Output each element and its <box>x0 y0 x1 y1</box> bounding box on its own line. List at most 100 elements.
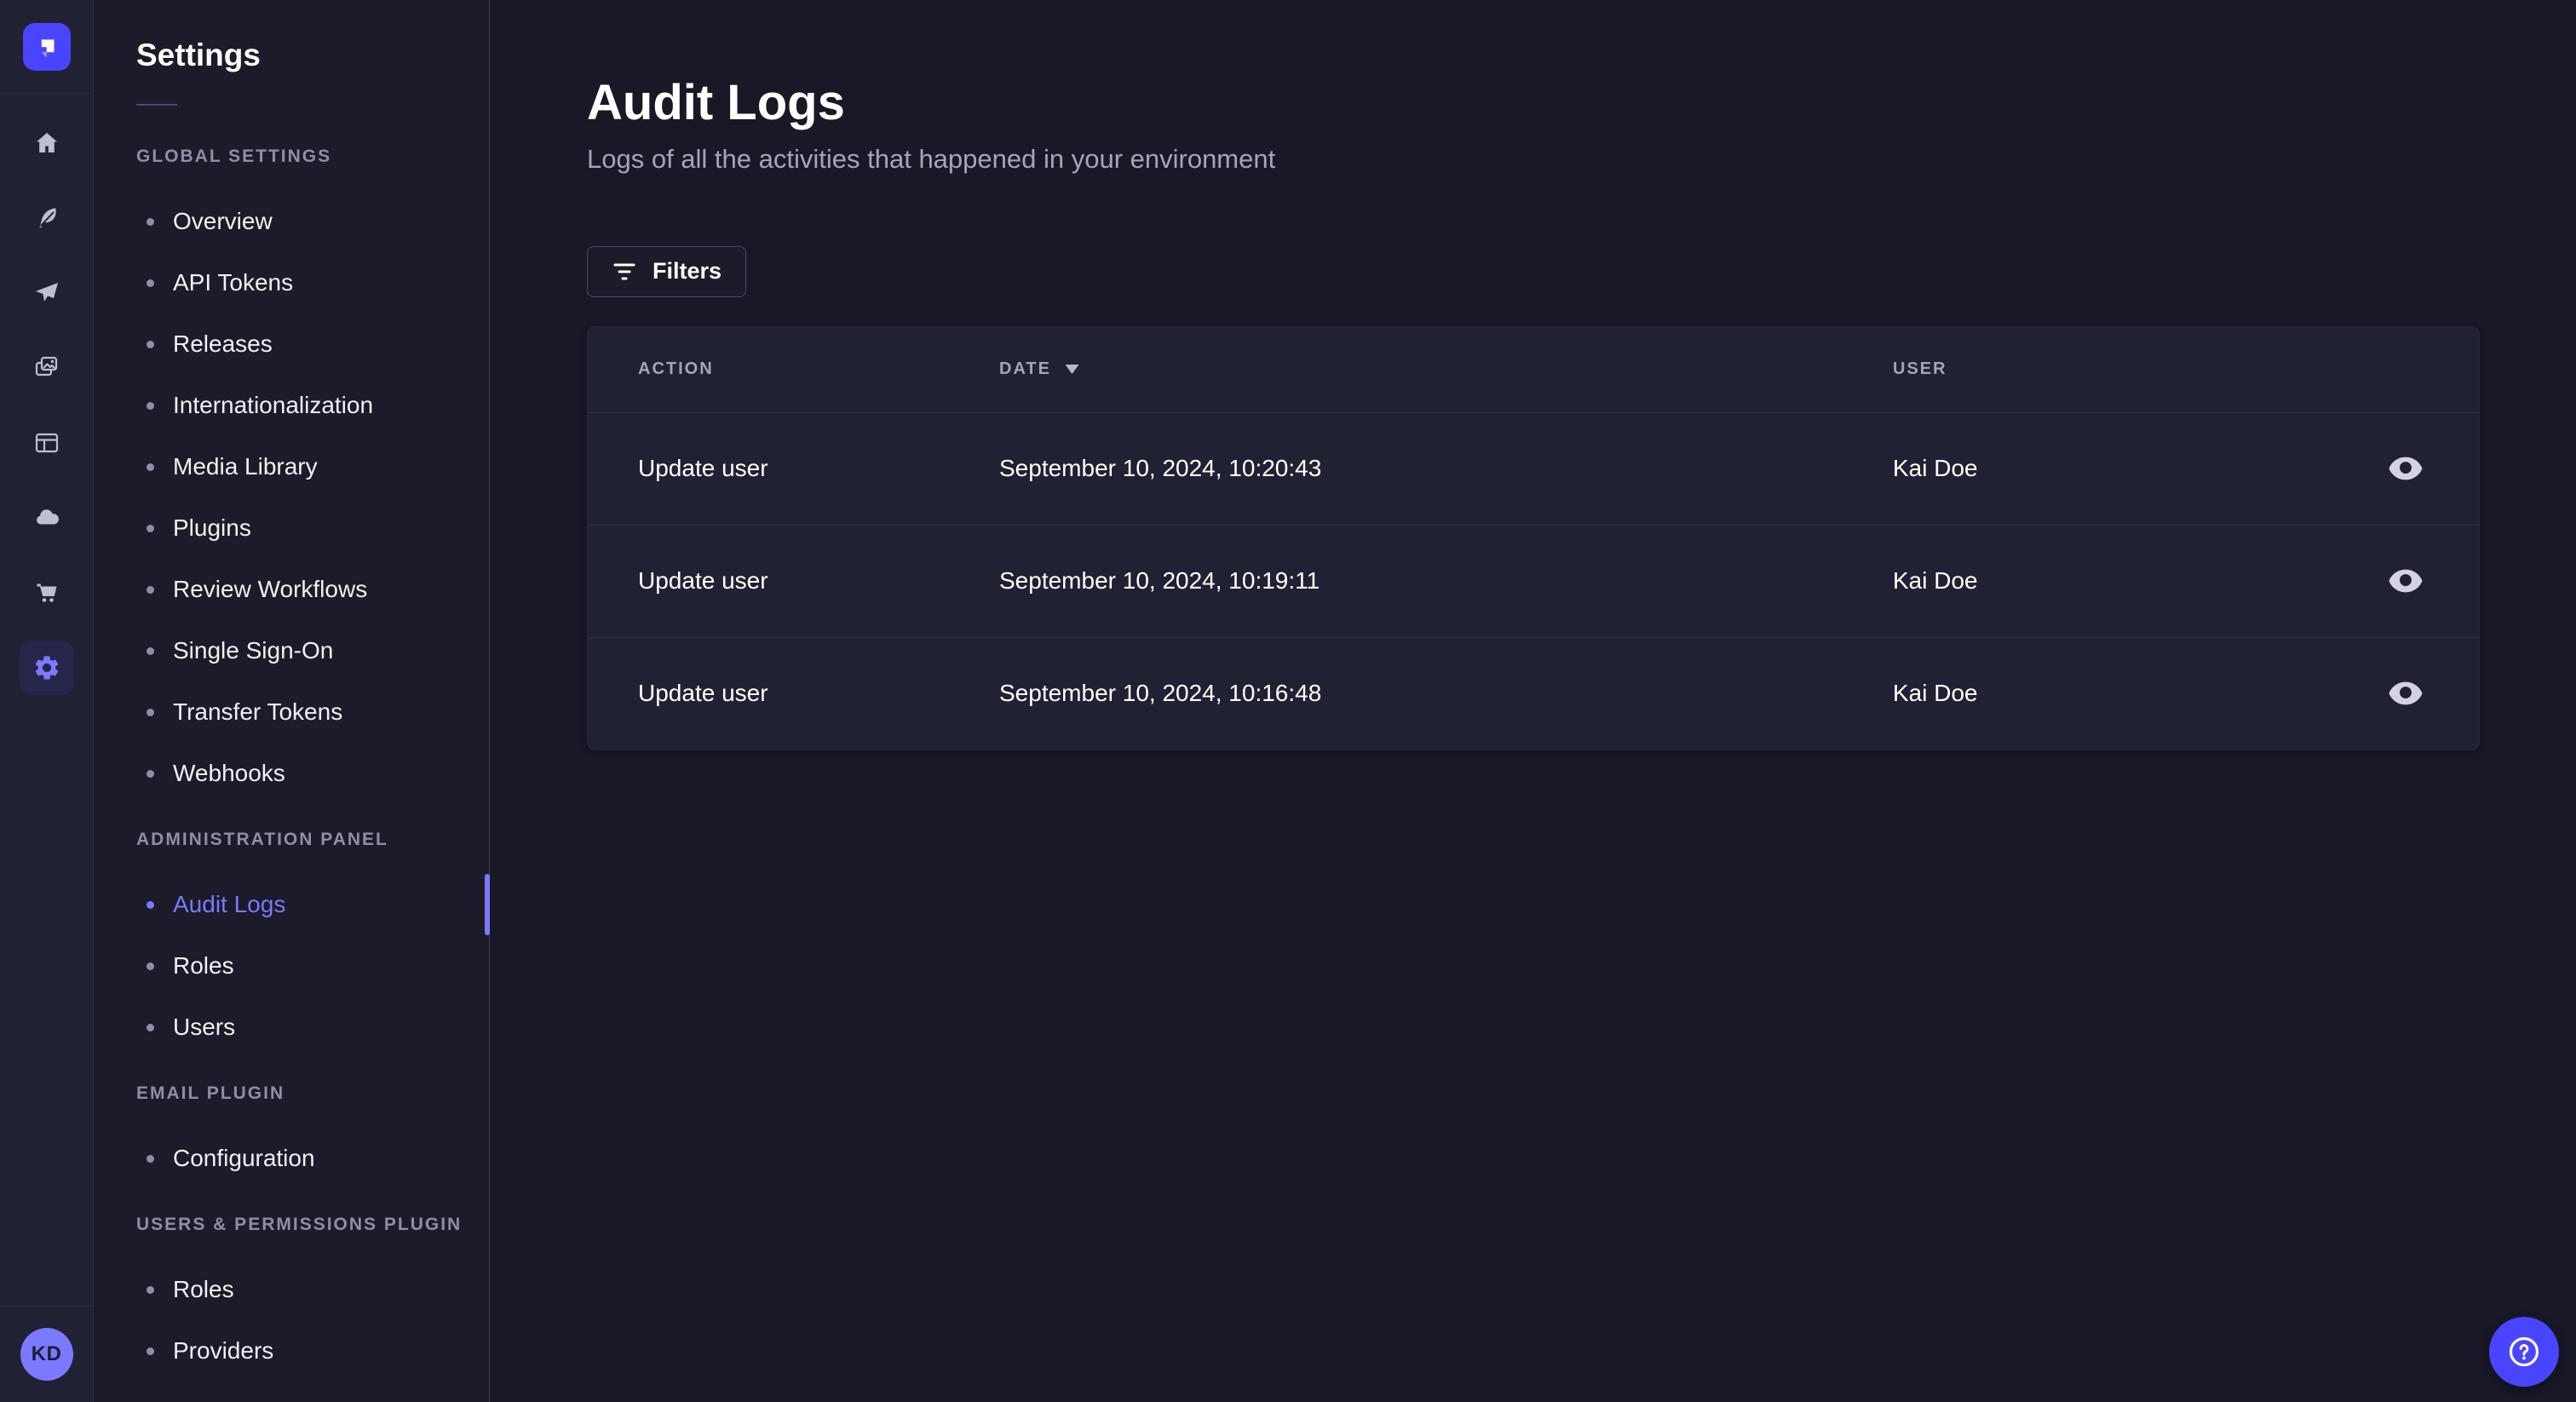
sidebar-item-label: Media Library <box>173 453 318 480</box>
view-log-button[interactable] <box>2380 555 2431 606</box>
sidebar-item-label: Audit Logs <box>173 891 286 917</box>
sidebar-item-label: API Tokens <box>173 269 294 296</box>
help-button[interactable] <box>2489 1317 2559 1387</box>
sidebar-item-up-providers[interactable]: Providers <box>94 1320 489 1382</box>
view-log-button[interactable] <box>2380 443 2431 494</box>
sidebar-item-label: Review Workflows <box>173 576 368 602</box>
sidebar-item-label: Plugins <box>173 514 251 541</box>
sidebar-item-label: Releases <box>173 330 273 357</box>
strapi-logo[interactable] <box>22 22 71 71</box>
sidebar-item-label: Roles <box>173 952 234 979</box>
section-label-email-plugin: EMAIL PLUGIN <box>136 1083 285 1103</box>
bullet-icon <box>147 1023 154 1031</box>
bullet-icon <box>147 962 154 970</box>
rail-nav <box>0 94 93 719</box>
sidebar-item-internationalization[interactable]: Internationalization <box>94 375 489 436</box>
sidebar-item-overview[interactable]: Overview <box>94 191 489 252</box>
bullet-icon <box>147 1154 154 1163</box>
page-subtitle: Logs of all the activities that happened… <box>587 143 1276 174</box>
rail-item-marketplace[interactable] <box>20 569 74 617</box>
bullet-icon <box>147 463 154 471</box>
cart-icon <box>37 583 56 602</box>
home-icon <box>36 133 57 152</box>
column-header-user: USER <box>1893 359 1947 379</box>
bullet-icon <box>147 524 154 532</box>
question-circle-icon <box>2509 1336 2539 1367</box>
subnav-title-divider <box>136 104 177 106</box>
layout-icon <box>35 433 58 453</box>
logo-section <box>0 0 93 94</box>
bullet-icon <box>147 1285 154 1294</box>
sidebar-item-email-configuration[interactable]: Configuration <box>94 1128 489 1189</box>
page-title: Audit Logs <box>587 75 845 130</box>
sidebar-item-review-workflows[interactable]: Review Workflows <box>94 559 489 620</box>
sidebar-item-transfer-tokens[interactable]: Transfer Tokens <box>94 681 489 743</box>
column-header-date[interactable]: DATE <box>999 359 1893 379</box>
sidebar-item-releases[interactable]: Releases <box>94 313 489 375</box>
filters-button[interactable]: Filters <box>587 245 747 297</box>
sidebar-item-single-sign-on[interactable]: Single Sign-On <box>94 620 489 681</box>
cell-date: September 10, 2024, 10:16:48 <box>999 680 1322 707</box>
bullet-icon <box>147 769 154 778</box>
rail-footer: KD <box>0 1306 93 1402</box>
subnav-title: Settings <box>136 37 261 72</box>
view-log-button[interactable] <box>2380 668 2431 719</box>
table-row[interactable]: Update user September 10, 2024, 10:20:43… <box>588 411 2479 525</box>
eye-icon <box>2389 681 2423 705</box>
nav-list-email-plugin: Configuration <box>94 1128 489 1189</box>
sidebar-item-admin-roles[interactable]: Roles <box>94 935 489 997</box>
bullet-icon <box>147 646 154 655</box>
bullet-icon <box>147 708 154 716</box>
gear-icon <box>35 656 58 680</box>
sidebar-item-plugins[interactable]: Plugins <box>94 497 489 559</box>
strapi-logo-icon <box>41 39 54 57</box>
feather-icon <box>39 208 56 228</box>
table-row[interactable]: Update user September 10, 2024, 10:16:48… <box>588 636 2479 750</box>
rail-item-home[interactable] <box>20 119 74 167</box>
section-label-users-permissions-plugin: USERS & PERMISSIONS PLUGIN <box>136 1215 463 1234</box>
icon-rail: KD <box>0 0 94 1402</box>
bullet-icon <box>147 900 154 909</box>
bullet-icon <box>147 401 154 410</box>
bullet-icon <box>147 340 154 348</box>
nav-list-administration-panel: Audit Logs Roles Users <box>94 874 490 1058</box>
bullet-icon <box>147 279 154 287</box>
filters-button-label: Filters <box>653 258 722 284</box>
sidebar-item-label: Roles <box>173 1276 234 1302</box>
rail-item-content-type-builder[interactable] <box>20 419 74 467</box>
rail-item-content[interactable] <box>20 194 74 242</box>
user-avatar[interactable]: KD <box>20 1328 73 1381</box>
rail-item-media-library[interactable] <box>20 344 74 392</box>
sort-desc-icon <box>1065 365 1079 375</box>
sidebar-item-admin-users[interactable]: Users <box>94 997 489 1058</box>
cell-action: Update user <box>638 567 768 595</box>
sidebar-item-webhooks[interactable]: Webhooks <box>94 743 489 804</box>
bullet-icon <box>147 217 154 226</box>
cell-date: September 10, 2024, 10:20:43 <box>999 455 1322 482</box>
cell-user: Kai Doe <box>1893 567 1978 595</box>
table-row[interactable]: Update user September 10, 2024, 10:19:11… <box>588 524 2479 637</box>
sidebar-item-audit-logs[interactable]: Audit Logs <box>94 874 490 935</box>
audit-logs-table: ACTION DATE USER Update user September 1… <box>587 325 2480 750</box>
bullet-icon <box>147 585 154 594</box>
sidebar-item-label: Users <box>173 1014 236 1040</box>
sidebar-item-label: Webhooks <box>173 760 285 786</box>
sidebar-item-up-roles[interactable]: Roles <box>94 1259 489 1320</box>
eye-icon <box>2389 569 2423 593</box>
sidebar-item-label: Overview <box>173 208 273 234</box>
nav-list-global-settings: Overview API Tokens Releases Internation… <box>94 191 489 804</box>
sidebar-item-label: Configuration <box>173 1145 315 1171</box>
sidebar-item-api-tokens[interactable]: API Tokens <box>94 252 489 313</box>
sidebar-item-label: Internationalization <box>173 392 374 418</box>
cell-user: Kai Doe <box>1893 455 1978 482</box>
filter-icon <box>613 263 635 280</box>
rail-item-settings[interactable] <box>19 641 74 695</box>
cell-action: Update user <box>638 680 768 707</box>
rail-item-releases[interactable] <box>20 269 74 317</box>
settings-subnav: Settings GLOBAL SETTINGS Overview API To… <box>94 0 490 1402</box>
sidebar-item-media-library[interactable]: Media Library <box>94 436 489 497</box>
rail-item-cloud[interactable] <box>20 494 74 542</box>
sidebar-item-label: Transfer Tokens <box>173 698 343 725</box>
cell-action: Update user <box>638 455 768 482</box>
sidebar-item-label: Providers <box>173 1337 274 1364</box>
